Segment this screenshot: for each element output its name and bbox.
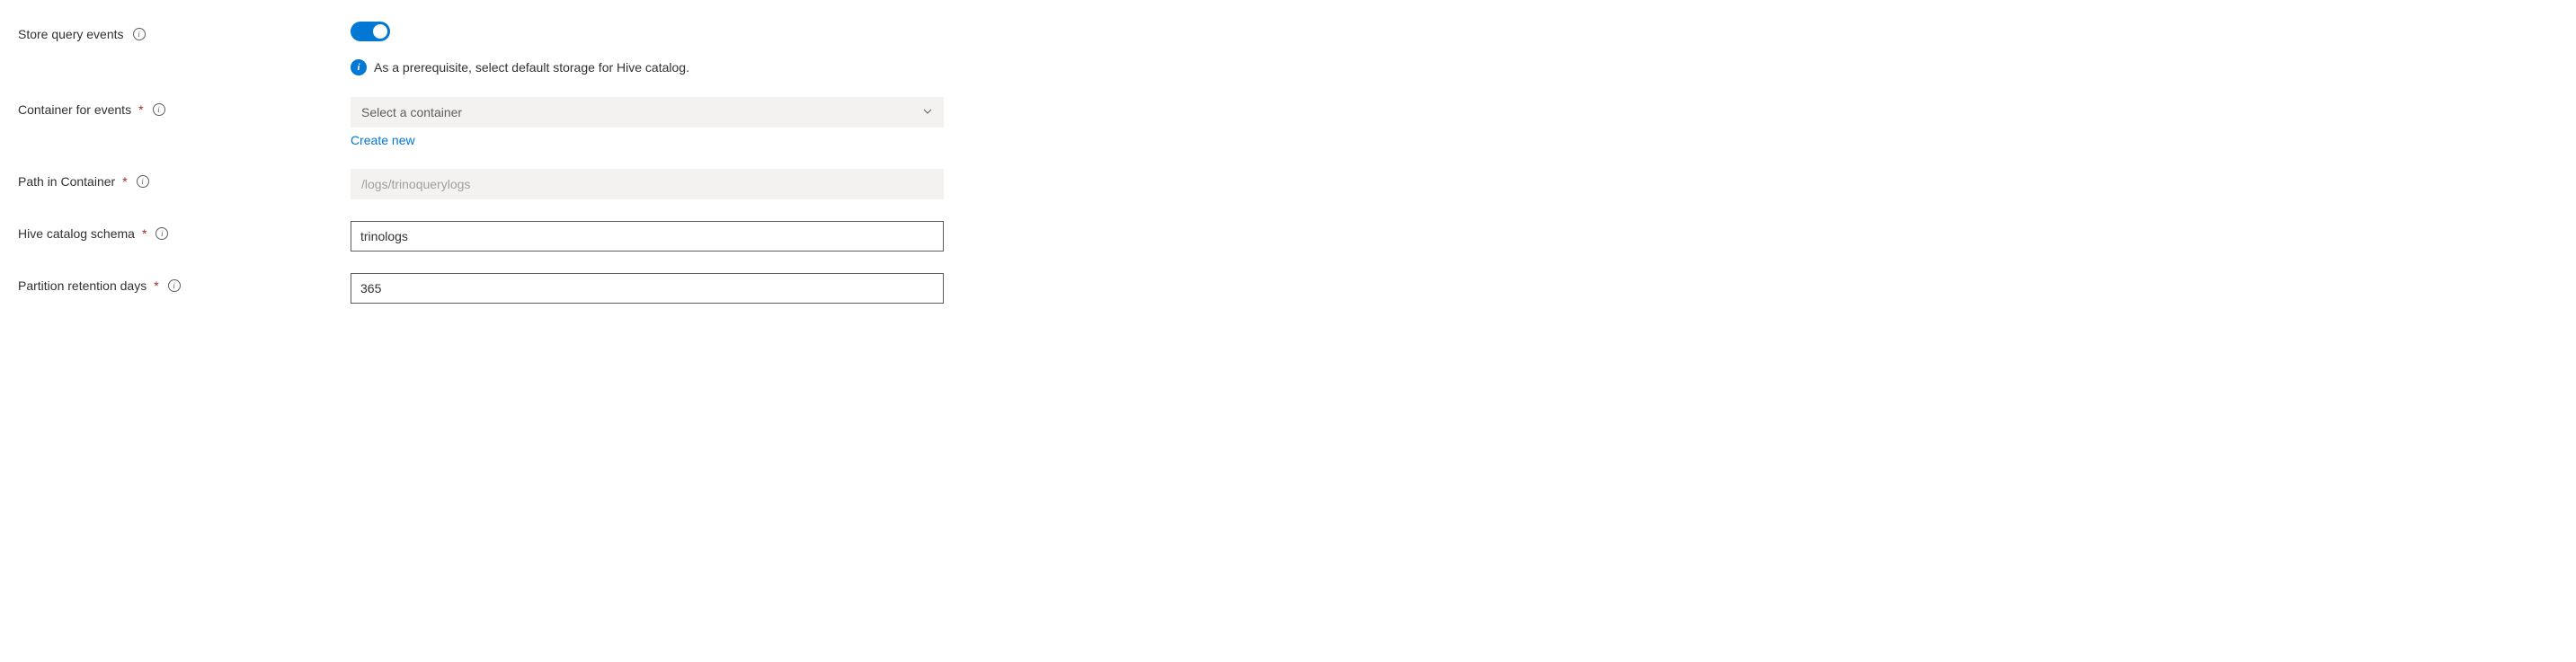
- container-for-events-control: Select a container Create new: [351, 97, 944, 147]
- store-query-events-label: Store query events i: [18, 22, 351, 41]
- container-for-events-row: Container for events * i Select a contai…: [18, 97, 2558, 147]
- label-text: Container for events: [18, 102, 131, 117]
- store-query-events-row: Store query events i i As a prerequisite…: [18, 22, 2558, 75]
- path-in-container-input: /logs/trinoquerylogs: [351, 169, 944, 199]
- label-text: Hive catalog schema: [18, 226, 135, 241]
- info-icon[interactable]: i: [168, 279, 181, 292]
- label-text: Path in Container: [18, 174, 115, 189]
- required-indicator: *: [142, 226, 147, 241]
- partition-retention-days-row: Partition retention days * i: [18, 273, 2558, 304]
- store-query-events-toggle[interactable]: [351, 22, 390, 41]
- info-icon[interactable]: i: [137, 175, 149, 188]
- required-indicator: *: [138, 102, 143, 117]
- info-message-text: As a prerequisite, select default storag…: [374, 60, 689, 75]
- chevron-down-icon: [922, 105, 933, 119]
- required-indicator: *: [122, 174, 127, 189]
- info-icon[interactable]: i: [155, 227, 168, 240]
- prerequisite-info-message: i As a prerequisite, select default stor…: [351, 59, 944, 75]
- info-badge-icon: i: [351, 59, 367, 75]
- info-icon[interactable]: i: [153, 103, 165, 116]
- hive-catalog-schema-row: Hive catalog schema * i: [18, 221, 2558, 252]
- label-text: Store query events: [18, 27, 124, 41]
- path-placeholder: /logs/trinoquerylogs: [361, 177, 470, 191]
- container-for-events-label: Container for events * i: [18, 97, 351, 117]
- create-new-link[interactable]: Create new: [351, 133, 944, 147]
- container-select[interactable]: Select a container: [351, 97, 944, 128]
- partition-retention-days-input[interactable]: [351, 273, 944, 304]
- path-in-container-label: Path in Container * i: [18, 169, 351, 189]
- store-query-events-control: i As a prerequisite, select default stor…: [351, 22, 944, 75]
- partition-retention-days-control: [351, 273, 944, 304]
- select-placeholder: Select a container: [361, 105, 462, 119]
- hive-catalog-schema-label: Hive catalog schema * i: [18, 221, 351, 241]
- label-text: Partition retention days: [18, 278, 147, 293]
- info-icon[interactable]: i: [133, 28, 146, 40]
- hive-catalog-schema-input[interactable]: [351, 221, 944, 252]
- hive-catalog-schema-control: [351, 221, 944, 252]
- toggle-knob: [373, 24, 387, 39]
- path-in-container-control: /logs/trinoquerylogs: [351, 169, 944, 199]
- path-in-container-row: Path in Container * i /logs/trinoquerylo…: [18, 169, 2558, 199]
- required-indicator: *: [154, 278, 158, 293]
- partition-retention-days-label: Partition retention days * i: [18, 273, 351, 293]
